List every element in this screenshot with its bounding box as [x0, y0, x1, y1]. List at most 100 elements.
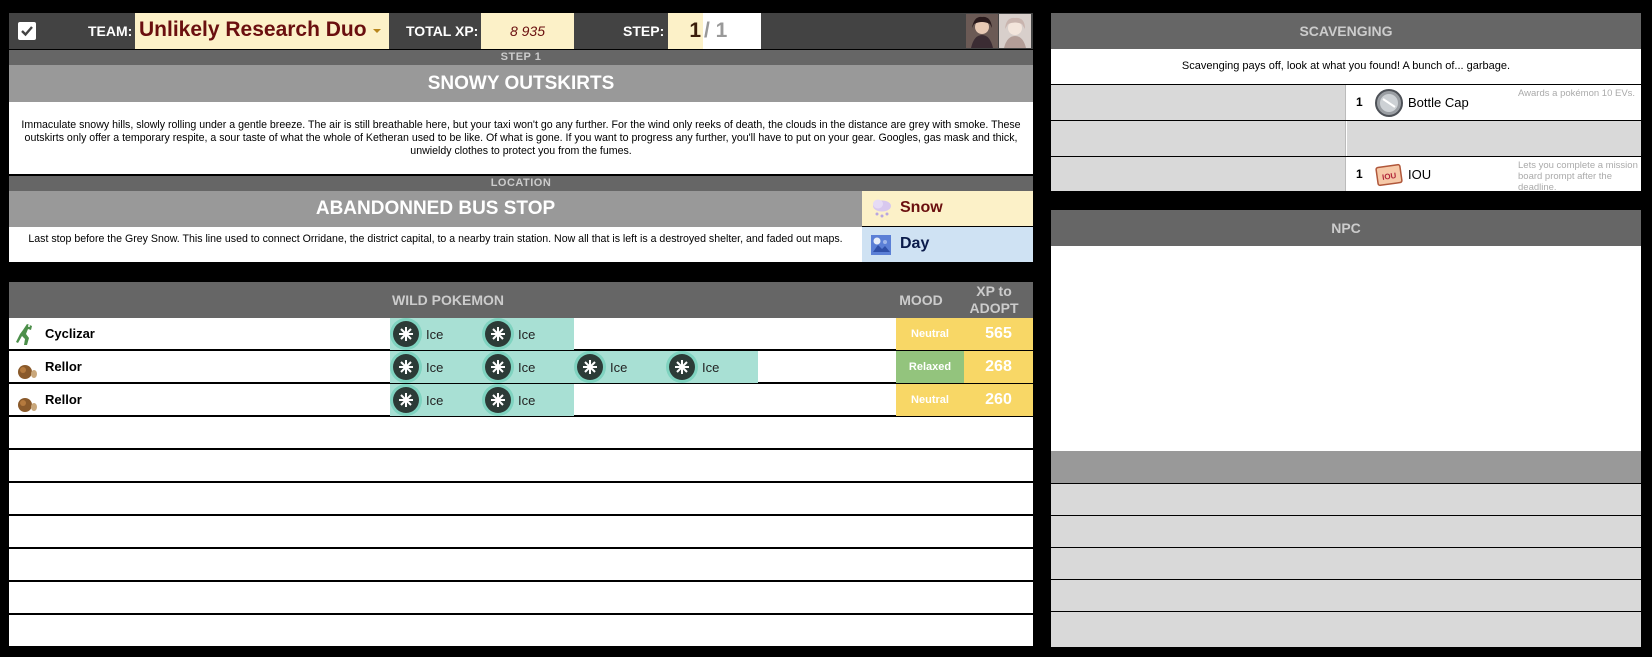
time-cell: Day	[862, 227, 1033, 262]
iou-icon: IOU	[1375, 163, 1403, 187]
npc-row	[1051, 516, 1641, 547]
pokemon-row[interactable]: Rellor Ice Ice Neutral 260	[9, 384, 1033, 416]
empty-row	[9, 483, 1033, 515]
total-xp-value[interactable]: 8 935	[481, 13, 574, 49]
item-description: Awards a pokémon 10 EVs.	[1518, 88, 1636, 99]
type-cell: Ice	[482, 384, 574, 416]
scavenging-empty-row	[1051, 121, 1641, 156]
scavenging-slot	[1347, 121, 1641, 156]
team-label: TEAM:	[88, 23, 133, 39]
time-label: Day	[900, 235, 930, 252]
wild-pokemon-header: WILD POKEMON	[9, 282, 887, 318]
empty-row	[9, 582, 1033, 614]
npc-subheader	[1051, 451, 1641, 483]
type-cell: Ice	[390, 318, 482, 350]
avatar-trainer-1	[966, 14, 998, 48]
weather-cell: Snow	[862, 191, 1033, 226]
ice-type-icon	[390, 384, 422, 416]
pokemon-name: Rellor	[45, 359, 82, 374]
item-description: Lets you complete a mission board prompt…	[1518, 160, 1638, 193]
type-cell: Ice	[666, 351, 758, 383]
type-label: Ice	[518, 393, 536, 408]
scavenging-header: SCAVENGING	[1051, 13, 1641, 49]
step-description: Immaculate snowy hills, slowly rolling u…	[9, 102, 1033, 174]
step-label: STEP:	[623, 23, 665, 39]
empty-row	[9, 549, 1033, 581]
step-title: SNOWY OUTSKIRTS	[9, 65, 1033, 102]
avatar-trainer-2	[999, 14, 1031, 48]
location-description: Last stop before the Grey Snow. This lin…	[9, 227, 862, 262]
ice-type-icon	[482, 384, 514, 416]
total-xp-label: TOTAL XP:	[406, 23, 479, 39]
ice-type-icon	[482, 318, 514, 350]
item-quantity: 1	[1356, 95, 1363, 109]
checkbox[interactable]	[18, 22, 36, 40]
type-label: Ice	[426, 393, 444, 408]
cyclizar-icon	[16, 324, 32, 345]
mood-header: MOOD	[887, 282, 955, 318]
mood-badge: Neutral	[896, 384, 964, 416]
weather-label: Snow	[900, 199, 943, 216]
scavenging-slot	[1051, 157, 1346, 191]
type-label: Ice	[610, 360, 628, 375]
ice-type-icon	[390, 351, 422, 383]
npc-content	[1051, 246, 1641, 451]
scavenging-slot	[1051, 121, 1346, 156]
empty-row	[9, 615, 1033, 647]
xp-to-adopt-header: XP to ADOPT	[955, 282, 1033, 318]
ice-type-icon	[482, 351, 514, 383]
team-dropdown[interactable]: Unlikely Research Duo	[135, 13, 389, 49]
empty-row	[9, 417, 1033, 449]
type-label: Ice	[518, 360, 536, 375]
empty-row	[9, 450, 1033, 482]
rellor-icon	[18, 365, 37, 379]
npc-row	[1051, 548, 1641, 579]
ice-type-icon	[574, 351, 606, 383]
xp-to-adopt-value: 260	[964, 384, 1033, 416]
npc-row	[1051, 612, 1641, 647]
pokemon-row[interactable]: Rellor Ice Ice Ice Ice Relaxed 268	[9, 351, 1033, 383]
type-cell: Ice	[574, 351, 666, 383]
mood-badge: Relaxed	[896, 351, 964, 383]
type-cell: Ice	[390, 351, 482, 383]
empty-row	[9, 516, 1033, 548]
type-label: Ice	[426, 360, 444, 375]
location-section-label: LOCATION	[9, 176, 1033, 191]
team-value: Unlikely Research Duo	[139, 18, 367, 41]
item-quantity: 1	[1356, 167, 1363, 181]
snow-cloud-icon	[873, 199, 891, 218]
xp-to-adopt-value: 565	[964, 318, 1033, 350]
scavenging-slot	[1051, 85, 1346, 120]
type-cell: Ice	[390, 384, 482, 416]
scavenging-item-row[interactable]: 1 Bottle Cap Awards a pokémon 10 EVs.	[1051, 85, 1641, 120]
xp-to-adopt-value: 268	[964, 351, 1033, 383]
npc-row	[1051, 580, 1641, 611]
step-section-label: STEP 1	[9, 50, 1033, 65]
rellor-icon	[18, 398, 37, 412]
type-cell: Ice	[482, 351, 574, 383]
day-icon	[871, 235, 891, 255]
bottle-cap-icon	[1375, 89, 1403, 117]
step-current[interactable]: 1	[668, 13, 703, 49]
dropdown-arrow-icon	[373, 29, 381, 33]
item-name: IOU	[1408, 167, 1432, 182]
type-cell: Ice	[482, 318, 574, 350]
check-icon	[21, 26, 33, 37]
type-label: Ice	[426, 327, 444, 342]
type-label: Ice	[518, 327, 536, 342]
ice-type-icon	[666, 351, 698, 383]
top-bar: TEAM: Unlikely Research Duo TOTAL XP: 8 …	[9, 13, 1033, 49]
pokemon-name: Rellor	[45, 392, 82, 407]
item-name: Bottle Cap	[1408, 95, 1469, 110]
npc-row	[1051, 484, 1641, 515]
pokemon-name: Cyclizar	[45, 326, 95, 341]
step-counter[interactable]: 1 / 1	[668, 13, 761, 49]
mood-badge: Neutral	[896, 318, 964, 350]
npc-header: NPC	[1051, 210, 1641, 246]
scavenging-message: Scavenging pays off, look at what you fo…	[1051, 49, 1641, 84]
location-title: ABANDONNED BUS STOP	[9, 191, 862, 227]
type-label: Ice	[702, 360, 720, 375]
pokemon-row[interactable]: Cyclizar Ice Ice Neutral 565	[9, 318, 1033, 350]
step-total: / 1	[704, 19, 728, 42]
scavenging-item-row[interactable]: 1 IOU IOU Lets you complete a mission bo…	[1051, 157, 1641, 193]
